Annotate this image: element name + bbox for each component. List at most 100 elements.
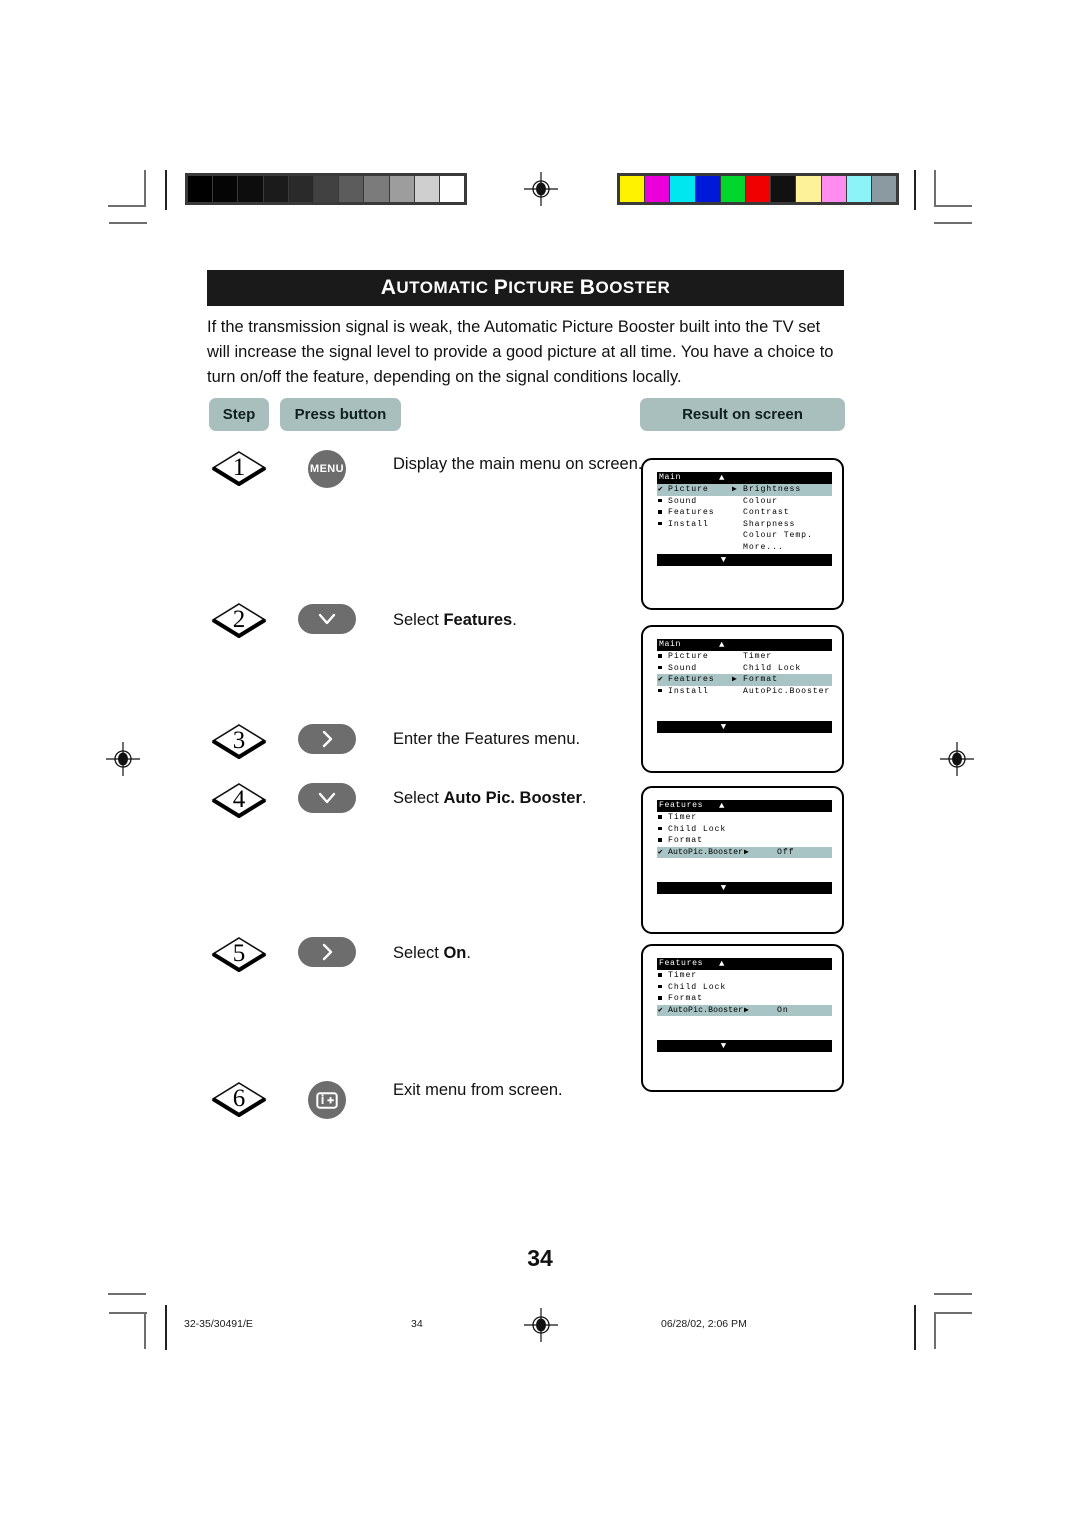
osd-menu-row[interactable]: Sound Child Lock: [657, 663, 832, 675]
osd-row-label: Timer: [668, 813, 698, 822]
scroll-down-arrow-icon[interactable]: ▼: [721, 883, 726, 893]
scroll-up-arrow-icon[interactable]: ▲: [719, 959, 725, 969]
osd-menu-row[interactable]: Features Contrast: [657, 507, 832, 519]
step-text-prefix: Display the main menu on screen.: [393, 455, 643, 473]
crop-mark-tr-v2: [914, 170, 916, 210]
osd-title-text: Features: [659, 959, 704, 969]
osd-row-value: On: [777, 1005, 789, 1015]
osd-blank-row: [657, 1016, 832, 1028]
osd-menu-row[interactable]: Sound Colour: [657, 496, 832, 508]
bullet-square-icon: [657, 496, 668, 508]
osd-menu-row[interactable]: Colour Temp.: [657, 530, 832, 542]
osd-menu-row[interactable]: ✔ AutoPic.Booster ▶ Off: [657, 846, 832, 859]
osd-menu-row[interactable]: Child Lock: [657, 982, 832, 994]
osd-menu-row[interactable]: ✔ Features ▶ Format: [657, 674, 832, 686]
submenu-right-arrow-icon: ▶: [744, 1005, 749, 1015]
submenu-right-arrow-icon: ▶: [744, 847, 749, 857]
crop-mark-br-h2: [934, 1312, 972, 1314]
osd-arrow-spacer: [732, 496, 743, 508]
exit-info-button[interactable]: [308, 1081, 346, 1119]
osd-title-bar: Main ▲: [657, 472, 832, 484]
grayscale-calibration-bar: [185, 173, 467, 205]
step-number-label: 4: [232, 786, 246, 813]
osd-row-label: Child Lock: [668, 824, 727, 834]
grayscale-swatch-6: [339, 176, 364, 202]
step-text-prefix: Exit menu from screen.: [393, 1081, 563, 1099]
scroll-down-arrow-icon[interactable]: ▼: [721, 555, 726, 565]
checkmark-icon: ✔: [658, 675, 663, 685]
osd-row-label: Timer: [668, 971, 698, 980]
osd-row-submenu-label: Colour Temp.: [743, 531, 813, 541]
colour-swatch-0: [620, 176, 645, 202]
chevron-right-glyph: [322, 943, 333, 961]
scroll-up-arrow-icon[interactable]: ▲: [719, 801, 725, 811]
colour-swatch-1: [645, 176, 670, 202]
osd-menu-row[interactable]: ✔ AutoPic.Booster ▶ On: [657, 1004, 832, 1017]
osd-arrow-spacer: [732, 824, 743, 836]
osd-menu-row[interactable]: Format: [657, 835, 832, 847]
step-description-1: Display the main menu on screen.: [393, 455, 642, 474]
osd-menu-row[interactable]: ✔ Picture ▶ Brightness: [657, 484, 832, 496]
step-number-label: 6: [232, 1085, 246, 1112]
chevron-down-icon[interactable]: [298, 783, 356, 813]
bullet-square-icon: [657, 519, 668, 531]
osd-row-label: Features: [668, 675, 715, 685]
osd-menu-row[interactable]: Picture Timer: [657, 651, 832, 663]
scroll-up-arrow-icon[interactable]: ▲: [719, 640, 725, 650]
osd-arrow-spacer: [732, 663, 743, 675]
step-description-2: Select Features.: [393, 611, 517, 630]
tv-screen-features-autopic-off: Features ▲ Timer Child Lock Format ✔ AutoPi…: [641, 786, 844, 934]
osd-row-submenu-label: Timer: [743, 652, 773, 661]
osd-row-submenu-label: Format: [743, 675, 778, 685]
osd-row-submenu-label: Sharpness: [743, 519, 796, 529]
bullet-square-icon: [657, 993, 668, 1005]
osd-menu-row[interactable]: Timer: [657, 970, 832, 982]
osd-arrow-spacer: [732, 530, 743, 542]
osd-row-label: Child Lock: [668, 982, 727, 992]
osd-menu-row[interactable]: Install AutoPic.Booster: [657, 686, 832, 698]
osd-menu-row[interactable]: More...: [657, 542, 832, 554]
crop-mark-br-v: [934, 1312, 936, 1349]
colour-swatch-10: [871, 176, 897, 202]
header-pill-press: Press button: [280, 398, 401, 431]
menu-button[interactable]: MENU: [308, 450, 346, 488]
osd-row-label: Picture: [668, 485, 709, 494]
osd-footer-bar: ▼: [657, 553, 832, 566]
bullet-square-icon: [657, 835, 668, 847]
step-number-label: 3: [232, 727, 246, 754]
colour-swatch-4: [720, 176, 745, 202]
osd-menu-row[interactable]: Child Lock: [657, 824, 832, 836]
crop-mark-tl-h: [108, 205, 146, 207]
osd-menu-row[interactable]: Install Sharpness: [657, 519, 832, 531]
osd-arrow-spacer: [732, 519, 743, 531]
crop-mark-tl-v2: [165, 170, 167, 210]
scroll-down-arrow-icon[interactable]: ▼: [721, 1041, 726, 1051]
registration-mark-left: [106, 742, 140, 776]
grayscale-swatch-1: [213, 176, 238, 202]
step-number-marker-4: 4: [210, 781, 268, 819]
checkmark-icon: ✔: [658, 1005, 663, 1015]
step-text-suffix: .: [512, 611, 517, 629]
grayscale-swatch-5: [313, 176, 339, 202]
bullet-square-icon: [657, 507, 668, 519]
osd-menu-row[interactable]: Timer: [657, 812, 832, 824]
osd-blank-row: [657, 858, 832, 870]
scroll-down-arrow-icon[interactable]: ▼: [721, 722, 726, 732]
chevron-right-icon[interactable]: [298, 937, 356, 967]
colour-swatch-6: [771, 176, 796, 202]
osd-menu-row[interactable]: Format: [657, 993, 832, 1005]
scroll-up-arrow-icon[interactable]: ▲: [719, 473, 725, 483]
osd-row-label: Format: [668, 994, 703, 1004]
step-text-emphasis: Features: [443, 611, 513, 629]
osd-row-submenu-label: AutoPic.Booster: [743, 686, 831, 696]
crop-mark-bl-v: [144, 1312, 146, 1349]
chevron-right-icon[interactable]: [298, 724, 356, 754]
chevron-down-icon[interactable]: [298, 604, 356, 634]
osd-row-label: Install: [668, 519, 709, 529]
crop-mark-tr-h: [934, 205, 972, 207]
step-description-6: Exit menu from screen.: [393, 1081, 563, 1100]
grayscale-swatch-3: [263, 176, 288, 202]
osd-menu-main-features: Main ▲ Picture Timer Sound Child Lock ✔ Featu…: [657, 639, 832, 733]
osd-row-label: Picture: [668, 652, 709, 661]
page-title: A UTOMATIC P ICTURE B OOSTER: [207, 270, 844, 306]
